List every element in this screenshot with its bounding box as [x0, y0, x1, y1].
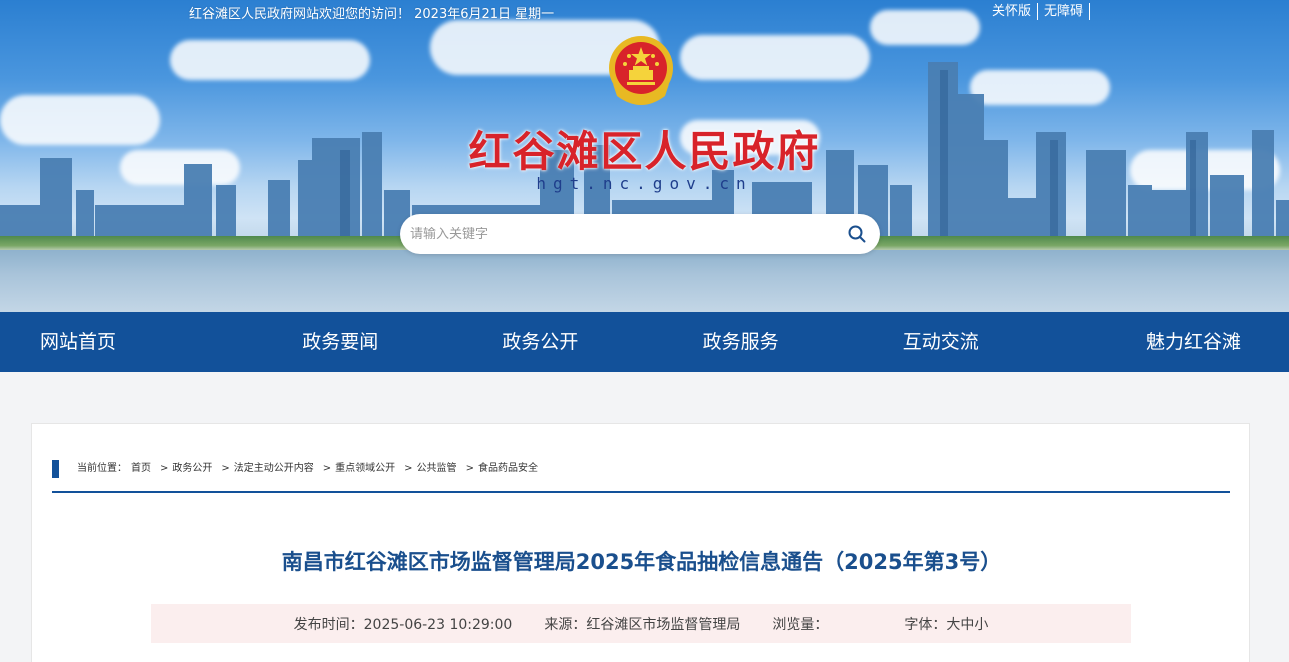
breadcrumb-home[interactable]: 首页	[131, 460, 151, 478]
search-button[interactable]	[846, 223, 868, 245]
national-emblem-icon	[609, 36, 673, 105]
breadcrumb-marker	[52, 460, 59, 478]
nav-item-charm[interactable]: 魅力红谷滩	[1041, 312, 1289, 372]
breadcrumb: 当前位置： 首页 > 政务公开 > 法定主动公开内容 > 重点领域公开 > 公共…	[52, 460, 1230, 493]
nav-item-services[interactable]: 政务服务	[641, 312, 841, 372]
article-source: 来源：红谷滩区市场监督管理局	[544, 616, 741, 633]
topbar-links: 关怀版 无障碍	[986, 3, 1090, 20]
font-size-medium[interactable]: 中	[960, 617, 974, 633]
search-input[interactable]	[410, 226, 846, 242]
breadcrumb-statutory-content[interactable]: 法定主动公开内容	[234, 460, 314, 478]
care-version-link[interactable]: 关怀版	[986, 3, 1038, 20]
publish-time: 发布时间：2025-06-23 10:29:00	[293, 616, 513, 633]
accessibility-link[interactable]: 无障碍	[1038, 3, 1090, 20]
font-size-large[interactable]: 大	[946, 617, 960, 633]
view-count-label: 浏览量：	[772, 616, 829, 633]
font-size-control: 字体：大中小	[904, 614, 988, 634]
search-icon	[848, 225, 866, 243]
content-panel: 当前位置： 首页 > 政务公开 > 法定主动公开内容 > 重点领域公开 > 公共…	[31, 423, 1250, 662]
breadcrumb-label: 当前位置：	[77, 463, 127, 474]
breadcrumb-open-government[interactable]: 政务公开	[172, 460, 212, 478]
breadcrumb-key-areas[interactable]: 重点领域公开	[335, 460, 395, 478]
nav-item-interaction[interactable]: 互动交流	[841, 312, 1041, 372]
font-size-label: 字体：	[904, 616, 947, 633]
nav-item-news[interactable]: 政务要闻	[240, 312, 440, 372]
welcome-greeting: 红谷滩区人民政府网站欢迎您的访问！ 2023年6月21日 星期一	[189, 7, 555, 22]
site-domain: hgt.nc.gov.cn	[536, 174, 753, 193]
nav-item-open-government[interactable]: 政务公开	[440, 312, 640, 372]
article-meta-bar: 发布时间：2025-06-23 10:29:00 来源：红谷滩区市场监督管理局 …	[151, 604, 1131, 643]
river-reflection	[0, 250, 1289, 312]
breadcrumb-food-drug-safety[interactable]: 食品药品安全	[478, 460, 538, 478]
site-title: 红谷滩区人民政府	[468, 127, 821, 176]
search-bar	[400, 214, 880, 254]
breadcrumb-public-supervision[interactable]: 公共监管	[417, 460, 457, 478]
main-nav: 网站首页 政务要闻 政务公开 政务服务 互动交流 魅力红谷滩	[0, 312, 1289, 372]
nav-item-home[interactable]: 网站首页	[0, 312, 240, 372]
article-title: 南昌市红谷滩区市场监督管理局2025年食品抽检信息通告（2025年第3号）	[281, 550, 1002, 574]
header-banner: 红谷滩区人民政府网站欢迎您的访问！ 2023年6月21日 星期一 关怀版 无障碍…	[0, 0, 1289, 312]
font-size-small[interactable]: 小	[974, 617, 988, 633]
